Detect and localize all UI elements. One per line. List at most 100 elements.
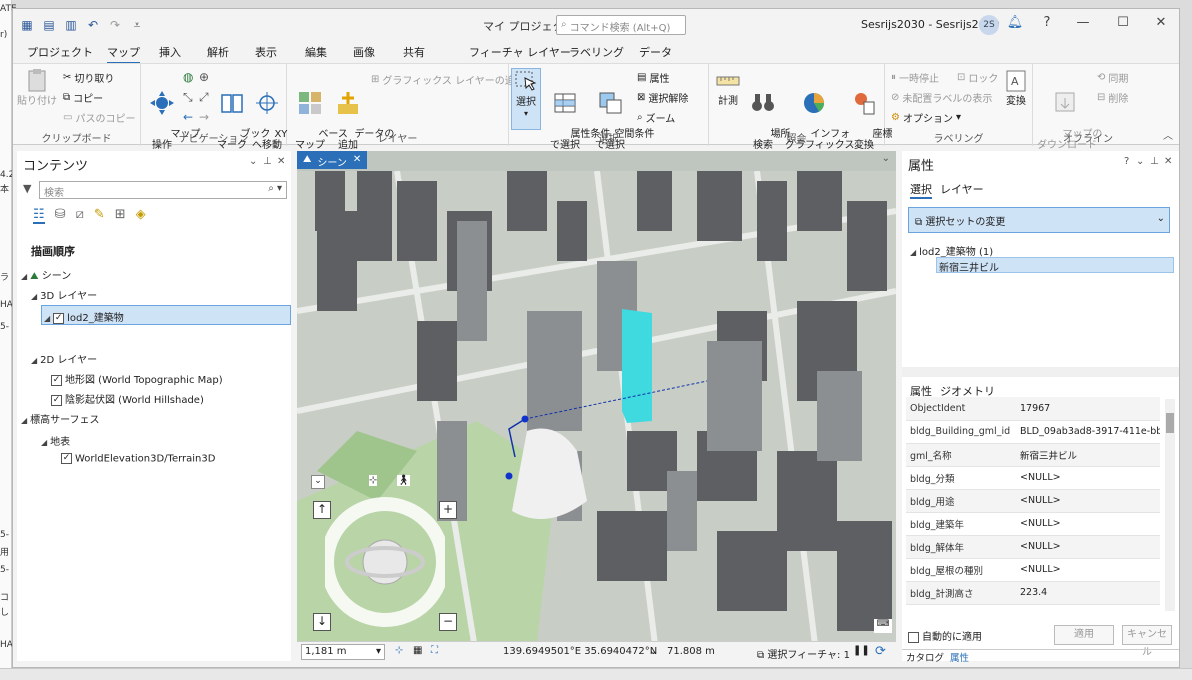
pane-menu-icon[interactable]: ⌄: [1136, 156, 1144, 167]
attribute-field-value[interactable]: <NULL>: [1016, 466, 1160, 490]
tab-labeling[interactable]: ラベリング: [569, 44, 624, 60]
attribute-row[interactable]: bldg_解体年 <NULL>: [906, 535, 1160, 559]
zoom-to-selection-button[interactable]: ⌕ ズーム: [637, 110, 675, 125]
drawing-order-icon[interactable]: ☷: [33, 207, 45, 224]
tab-selection[interactable]: 選択: [910, 181, 932, 199]
bookmarks-button[interactable]: ブック マーク: [215, 68, 270, 162]
tree-item-hillshade[interactable]: ✓ 陰影起伏図 (World Hillshade): [51, 391, 204, 406]
basemap-button[interactable]: ベース マップ: [293, 68, 348, 162]
download-map-button[interactable]: マップの ダウンロード: [1037, 68, 1102, 162]
tree-item-topo[interactable]: ✓ 地形図 (World Topographic Map): [51, 371, 223, 386]
selection-view-icon[interactable]: ⧄: [76, 207, 84, 224]
copy-path-button[interactable]: ▭ パスのコピー: [63, 110, 135, 125]
tab-catalog[interactable]: カタログ: [906, 650, 944, 664]
pane-menu-icon[interactable]: ⌄: [249, 156, 257, 167]
visibility-checkbox[interactable]: ✓: [53, 312, 65, 324]
tree-item-lod2[interactable]: ◢ ✓ lod2_建築物: [41, 305, 291, 325]
tree-item-3d-layers[interactable]: ◢ 3D レイヤー: [31, 287, 97, 302]
go-to-xy-button[interactable]: XY へ移動: [249, 68, 287, 162]
avatar[interactable]: 2S: [979, 15, 999, 35]
tab-insert[interactable]: 挿入: [159, 44, 181, 60]
unplaced-labels-button[interactable]: ⊘ 未配置ラベルの表示: [891, 90, 992, 105]
attribute-field-value[interactable]: <NULL>: [1016, 558, 1160, 582]
attribute-scrollbar[interactable]: [1165, 399, 1175, 611]
collapse-ribbon-icon[interactable]: ︿: [1163, 127, 1173, 142]
notification-icon[interactable]: 🔔︎: [1005, 15, 1025, 30]
maximize-icon[interactable]: ☐: [1113, 15, 1133, 30]
help-icon[interactable]: ?: [1124, 156, 1129, 167]
redo-icon[interactable]: ↷: [107, 17, 123, 33]
selection-layer-node[interactable]: ◢ lod2_建築物 (1): [910, 243, 993, 258]
refresh-icon[interactable]: ⟳: [875, 644, 886, 659]
auto-apply-checkbox[interactable]: 自動的に適用: [908, 628, 982, 643]
sync-button[interactable]: ⟲ 同期: [1097, 70, 1128, 85]
attribute-row[interactable]: bldg_分類 <NULL>: [906, 466, 1160, 490]
full-extent-icon[interactable]: ⊹: [369, 475, 378, 486]
attribute-field-value[interactable]: BLD_09ab3ad8-3917-411e-bb9e: [1016, 420, 1160, 444]
tab-layer[interactable]: レイヤー: [940, 181, 984, 197]
tree-item-ground[interactable]: ◢ 地表: [41, 433, 70, 448]
tab-scene[interactable]: ⛰ シーン ✕: [297, 151, 368, 169]
forward-icon[interactable]: →: [199, 110, 209, 124]
tab-map[interactable]: マップ: [107, 44, 140, 64]
tree-item-elevation[interactable]: ◢ 標高サーフェス: [21, 411, 100, 426]
tab-imagery[interactable]: 画像: [353, 44, 375, 60]
snapping-view-icon[interactable]: ⊞: [115, 207, 126, 224]
pause-labels-button[interactable]: ⏸ 一時停止: [891, 70, 939, 85]
measure-button[interactable]: 計測: [713, 68, 743, 107]
tree-item-2d-layers[interactable]: ◢ 2D レイヤー: [31, 351, 97, 366]
close-tab-icon[interactable]: ✕: [353, 154, 361, 166]
contents-search-input[interactable]: 検索 ⌕ ▾: [39, 181, 287, 199]
attributes-button[interactable]: ▤ 属性: [637, 70, 669, 85]
undo-icon[interactable]: ↶: [85, 17, 101, 33]
attribute-field-value[interactable]: 17967: [1016, 397, 1160, 421]
labeling-view-icon[interactable]: ◈: [136, 207, 146, 224]
attribute-row[interactable]: ObjectIdent 17967: [906, 397, 1160, 421]
visibility-checkbox[interactable]: ✓: [51, 374, 62, 386]
visibility-checkbox[interactable]: ✓: [61, 453, 72, 464]
remove-offline-button[interactable]: ⊟ 削除: [1097, 90, 1128, 105]
zoom-extent-icon[interactable]: ⊕: [199, 70, 209, 84]
tab-view[interactable]: 表示: [255, 44, 277, 60]
attribute-row[interactable]: bldg_Building_gml_id BLD_09ab3ad8-3917-41…: [906, 420, 1160, 444]
select-by-attributes-button[interactable]: 属性条件 で選択: [545, 68, 610, 162]
navigator-control[interactable]: ⌄ ⊹ 🚶︎ ↑ + ↓ −: [309, 469, 459, 639]
fixed-zoom-out-icon[interactable]: ⤢: [199, 90, 209, 105]
close-pane-icon[interactable]: ✕: [1164, 156, 1172, 167]
attribute-row[interactable]: bldg_計測高さ 223.4: [906, 581, 1160, 605]
scale-selector[interactable]: 1,181 m ▾: [301, 644, 385, 660]
help-icon[interactable]: ?: [1037, 15, 1057, 30]
project-icon[interactable]: ▦: [19, 17, 35, 33]
save-icon[interactable]: ▥: [63, 17, 79, 33]
infographics-button[interactable]: インフォ グラフィックス: [785, 68, 855, 162]
open-icon[interactable]: ▤: [41, 17, 57, 33]
tab-project[interactable]: プロジェクト: [27, 44, 93, 60]
pin-pane-icon[interactable]: ⊥: [1150, 156, 1159, 167]
attribute-field-value[interactable]: <NULL>: [1016, 489, 1160, 513]
keyboard-icon[interactable]: ⌨: [874, 619, 892, 633]
data-source-icon[interactable]: ⛁: [55, 207, 66, 224]
globe-icon[interactable]: ◍: [183, 70, 193, 84]
tree-item-terrain[interactable]: ✓ WorldElevation3D/Terrain3D: [61, 453, 215, 465]
pause-drawing-icon[interactable]: ❚❚: [853, 645, 870, 656]
clear-selection-button[interactable]: ⊠ 選択解除: [637, 90, 688, 105]
tab-attributes-pane[interactable]: 属性: [950, 650, 969, 664]
add-data-button[interactable]: データの 追加: [329, 68, 394, 162]
attribute-field-value[interactable]: 新宿三井ビル: [1016, 443, 1160, 467]
apply-button[interactable]: 適用: [1054, 625, 1114, 645]
selected-feature-item[interactable]: 新宿三井ビル: [936, 257, 1174, 274]
lock-labels-button[interactable]: ⊡ ロック: [957, 70, 998, 85]
cancel-button[interactable]: キャンセル: [1122, 625, 1172, 658]
navigator-ring[interactable]: [325, 497, 445, 627]
navigator-collapse-icon[interactable]: ⌄: [311, 475, 325, 489]
select-by-location-button[interactable]: 空間条件 で選択: [589, 68, 654, 162]
constraint-icon[interactable]: ⛶: [431, 645, 438, 656]
close-pane-icon[interactable]: ✕: [277, 156, 285, 167]
tab-data[interactable]: データ: [639, 44, 672, 60]
close-icon[interactable]: ✕: [1151, 15, 1171, 30]
change-selection-dropdown[interactable]: ⧉ 選択セットの変更 ⌄: [908, 207, 1170, 233]
tab-share[interactable]: 共有: [403, 44, 425, 60]
command-search-input[interactable]: ⌕ コマンド検索 (Alt+Q): [556, 15, 686, 35]
select-button[interactable]: 選択 ▾: [511, 68, 541, 130]
attribute-field-value[interactable]: <NULL>: [1016, 512, 1160, 536]
